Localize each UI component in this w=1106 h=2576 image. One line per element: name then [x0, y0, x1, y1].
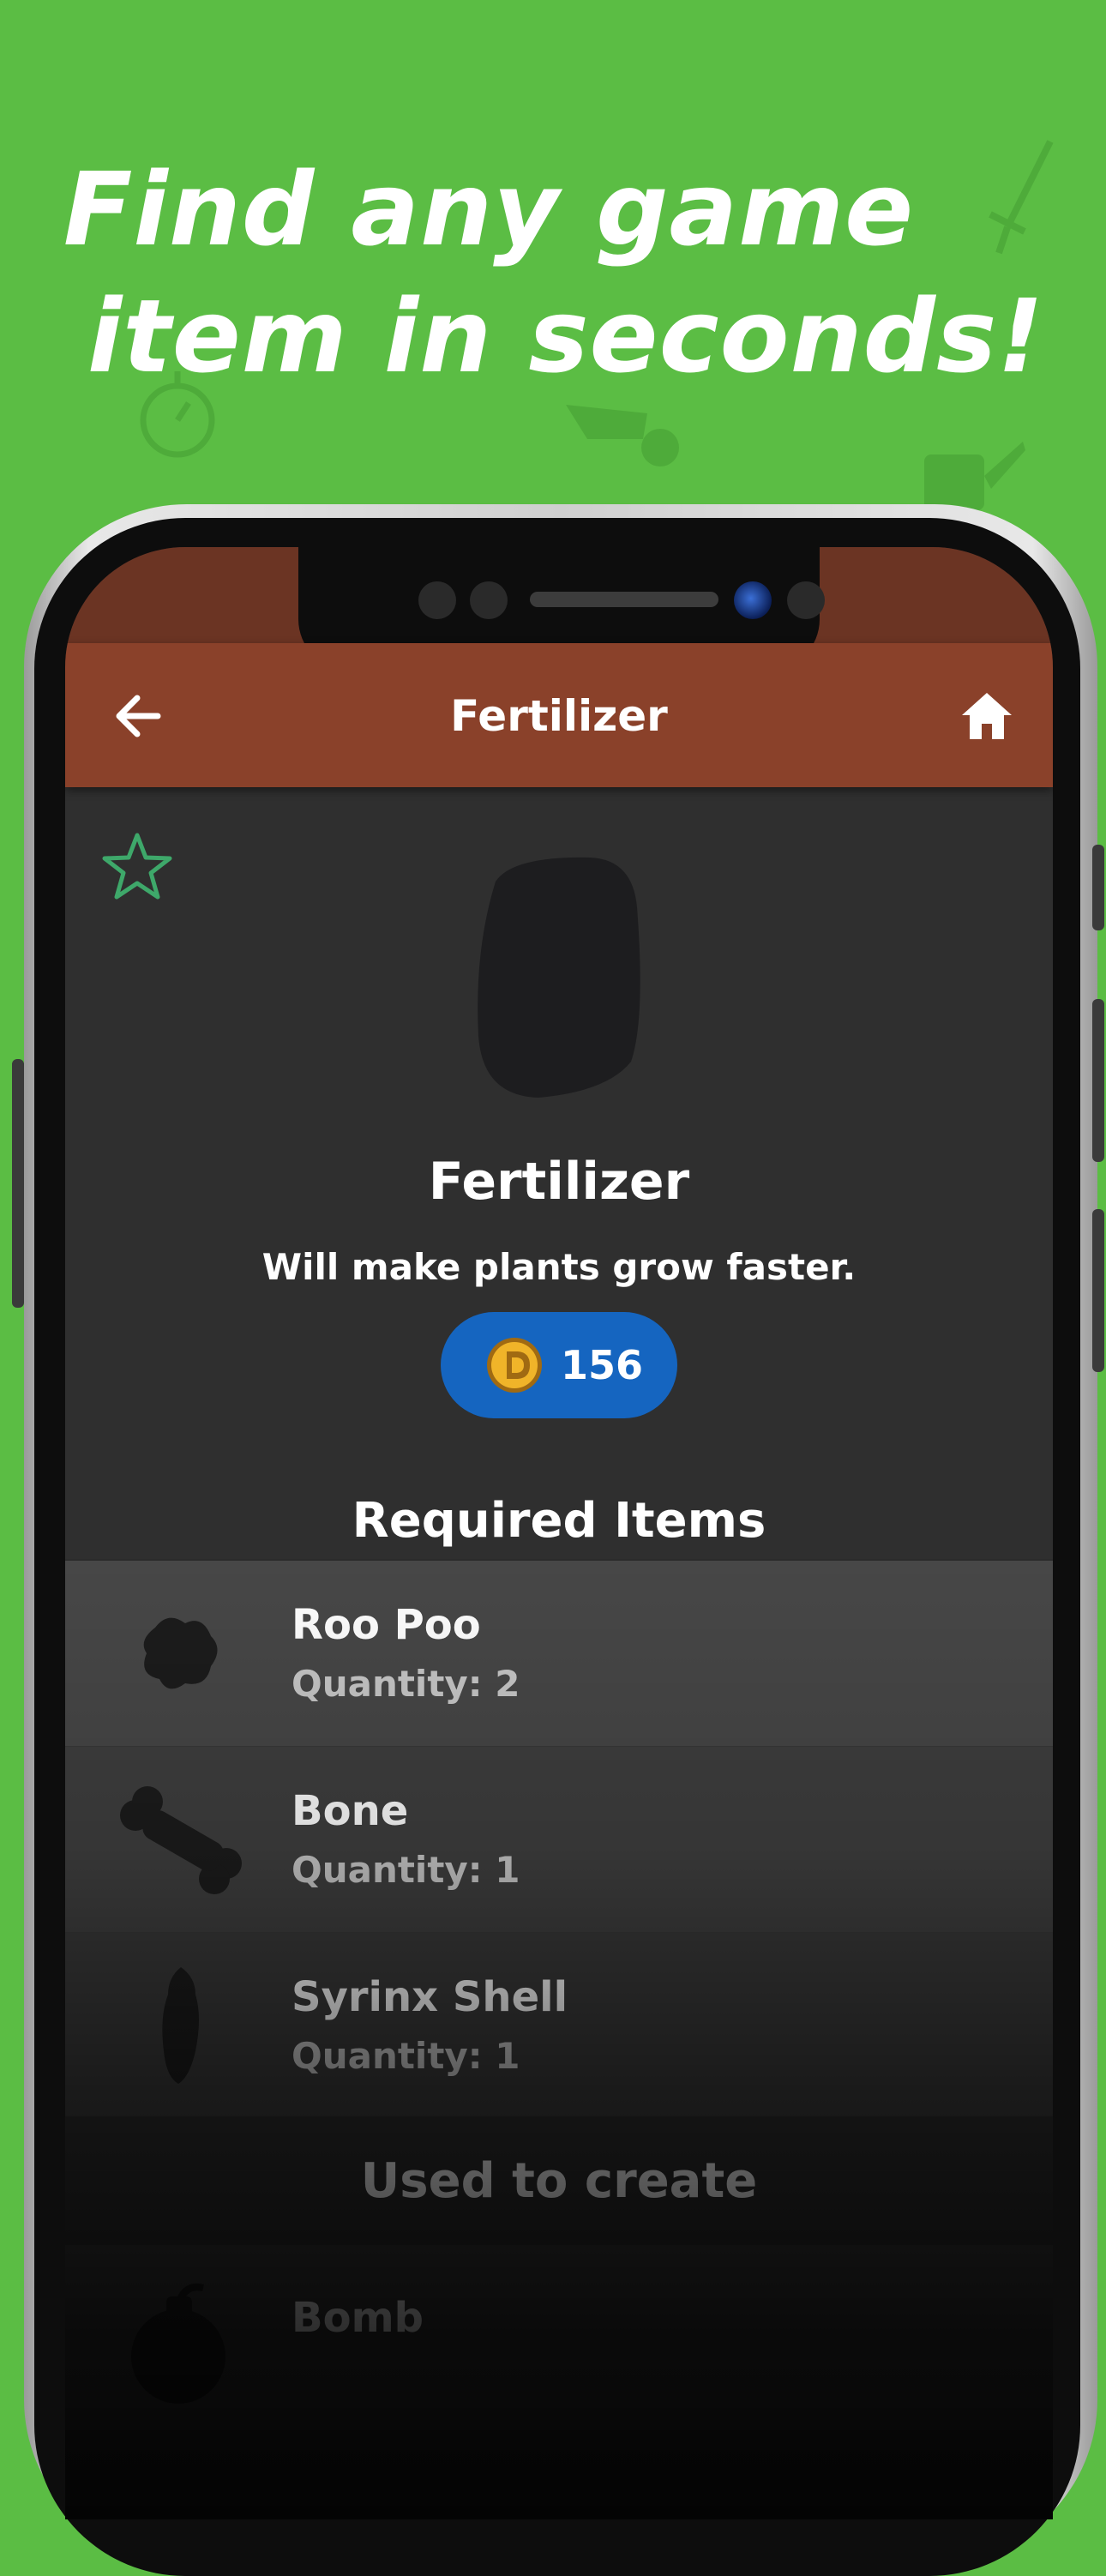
roo-poo-image	[143, 1617, 218, 1689]
list-item[interactable]: Syrinx Shell Quantity: 1	[65, 1933, 1053, 2119]
price-value: 156	[561, 1342, 644, 1388]
watering-can-doodle-icon	[924, 442, 1025, 510]
price-badge: 156	[441, 1312, 677, 1418]
camera-icon	[418, 581, 456, 619]
front-camera-icon	[734, 581, 772, 619]
app-screen: Fertilizer Fertilizer Will make plants g…	[65, 547, 1053, 2519]
used-to-create-header: Used to create	[65, 2116, 1053, 2245]
speaker-grille	[530, 592, 718, 607]
required-item-name: Syrinx Shell	[292, 1973, 568, 2021]
list-item[interactable]: Bone Quantity: 1	[65, 1747, 1053, 1933]
app-bar: Fertilizer	[65, 643, 1053, 787]
coin-icon	[487, 1338, 542, 1393]
star-outline-icon[interactable]	[101, 830, 173, 902]
sensor-icon	[787, 581, 825, 619]
item-detail: Fertilizer Will make plants grow faster.…	[65, 787, 1053, 1559]
list-item[interactable]: Roo Poo Quantity: 2	[65, 1561, 1053, 1747]
required-item-quantity: Quantity: 1	[292, 1849, 520, 1891]
promo-headline-line1: Find any game	[63, 150, 915, 268]
promo-headline: Find any game item in seconds!	[0, 146, 1106, 400]
required-item-name: Roo Poo	[292, 1601, 481, 1649]
page-title: Fertilizer	[450, 691, 668, 741]
required-item-name: Bone	[292, 1787, 409, 1835]
list-item[interactable]: Bomb	[65, 2245, 1053, 2430]
home-icon[interactable]	[957, 686, 1017, 746]
used-to-create-title: Used to create	[360, 2153, 758, 2209]
syrinx-shell-image	[162, 1967, 199, 2084]
bomb-image	[131, 2283, 225, 2404]
required-items-title: Required Items	[352, 1493, 766, 1549]
phone-volume-button	[1092, 999, 1104, 1162]
phone-volume-button	[1092, 1209, 1104, 1372]
wheelbarrow-doodle-icon	[566, 405, 679, 466]
created-item-name: Bomb	[292, 2294, 424, 2342]
required-item-quantity: Quantity: 2	[292, 1663, 520, 1705]
phone-volume-button	[1092, 845, 1104, 930]
required-item-quantity: Quantity: 1	[292, 2035, 520, 2077]
promo-headline-line2: item in seconds!	[87, 277, 1045, 395]
required-items-list: Roo Poo Quantity: 2 Bone Quantity: 1 Syr…	[65, 1561, 1053, 2119]
bone-image	[120, 1786, 242, 1894]
sensor-icon	[470, 581, 508, 619]
phone-side-button	[12, 1059, 24, 1308]
fertilizer-image	[478, 857, 640, 1098]
item-description: Will make plants grow faster.	[261, 1246, 857, 1288]
item-name: Fertilizer	[428, 1152, 690, 1212]
